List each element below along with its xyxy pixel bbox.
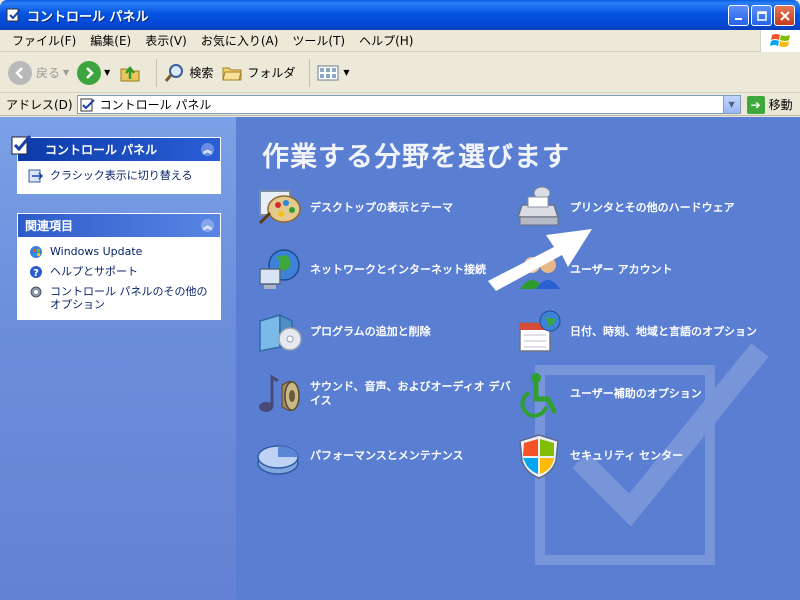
gear-icon (28, 285, 44, 299)
minimize-button[interactable] (728, 5, 749, 26)
panel-title: 関連項目 (25, 219, 74, 233)
category-performance-maintenance[interactable]: パフォーマンスとメンテナンス (254, 431, 464, 481)
views-icon (317, 65, 339, 80)
switch-classic-view-link[interactable]: クラシック表示に切り替える (28, 169, 210, 183)
collapse-chevron-icon[interactable]: ︽ (201, 143, 214, 156)
control-panel-icon (11, 135, 32, 155)
toolbar: 戻る ▼ ▼ 検索 フォルダ ▼ (0, 53, 800, 93)
search-button[interactable]: 検索 (163, 62, 213, 84)
folders-button[interactable]: フォルダ (221, 62, 295, 84)
desktop-theme-icon (258, 190, 301, 225)
back-arrow-icon (8, 60, 32, 85)
address-dropdown-icon[interactable]: ▼ (722, 96, 740, 113)
address-bar: アドレス(D) コントロール パネル ▼ ➔ 移動 (0, 94, 800, 116)
forward-arrow-icon (77, 60, 102, 85)
windows-logo-icon (760, 30, 800, 52)
back-dropdown-icon[interactable]: ▼ (63, 68, 69, 77)
category-appearance-themes[interactable]: デスクトップの表示とテーマ (254, 183, 453, 233)
control-panel-icon (80, 98, 95, 111)
close-button[interactable] (774, 5, 795, 26)
performance-icon (257, 445, 299, 475)
panel-title: コントロール パネル (45, 143, 158, 157)
other-options-label: コントロール パネルのその他のオプション (50, 285, 208, 311)
panel-body: クラシック表示に切り替える (18, 161, 220, 193)
category-label: デスクトップの表示とテーマ (310, 201, 453, 214)
switch-classic-view-label: クラシック表示に切り替える (50, 169, 193, 182)
menu-help[interactable]: ヘルプ(H) (353, 30, 419, 51)
svg-text:?: ? (33, 268, 39, 279)
folders-label: フォルダ (247, 66, 296, 80)
address-label: アドレス(D) (6, 98, 73, 112)
windows-update-icon (28, 245, 44, 259)
views-dropdown-icon[interactable]: ▼ (343, 68, 349, 77)
category-network-internet[interactable]: ネットワークとインターネット接続 (254, 245, 486, 295)
maximize-button[interactable] (751, 5, 772, 26)
windows-update-link[interactable]: Windows Update (28, 245, 210, 259)
date-time-icon (519, 310, 561, 352)
windows-update-label: Windows Update (50, 245, 143, 258)
back-label: 戻る (36, 66, 61, 80)
control-panel-icon (6, 7, 22, 23)
category-security-center[interactable]: セキュリティ センター (514, 431, 683, 481)
go-arrow-icon: ➔ (746, 95, 765, 114)
category-label: パフォーマンスとメンテナンス (310, 449, 464, 462)
category-add-remove-programs[interactable]: プログラムの追加と削除 (254, 307, 431, 357)
search-label: 検索 (189, 66, 214, 80)
security-center-icon (519, 434, 559, 479)
up-folder-icon (120, 65, 140, 81)
category-label: サウンド、音声、およびオーディオ デバイス (310, 380, 511, 407)
category-date-time-region[interactable]: 日付、時刻、地域と言語のオプション (514, 307, 757, 357)
toolbar-separator (156, 58, 158, 87)
window-title: コントロール パネル (27, 9, 149, 25)
page-title: 作業する分野を選びます (262, 142, 570, 173)
up-folder-button[interactable] (118, 61, 142, 85)
menu-bar: ファイル(F) 編集(E) 表示(V) お気に入り(A) ツール(T) ヘルプ(… (0, 30, 800, 52)
network-icon (259, 249, 300, 289)
search-icon (165, 63, 184, 82)
see-also-section: 関連項目 ︽ Windows Update ? ヘルプとサポート コントロール (17, 213, 221, 320)
control-panel-section: コントロール パネル ︽ クラシック表示に切り替える (11, 135, 221, 194)
menu-tools[interactable]: ツール(T) (286, 30, 351, 51)
forward-button[interactable]: ▼ (77, 60, 110, 85)
sound-icon (259, 374, 300, 412)
help-icon: ? (28, 265, 44, 279)
menu-favorites[interactable]: お気に入り(A) (195, 30, 285, 51)
category-sound-audio[interactable]: サウンド、音声、およびオーディオ デバイス (254, 369, 520, 419)
views-button[interactable]: ▼ (316, 63, 350, 83)
help-support-label: ヘルプとサポート (50, 265, 138, 278)
add-remove-programs-icon (259, 313, 302, 352)
see-also-section-header[interactable]: 関連項目 ︽ (18, 214, 220, 237)
other-options-link[interactable]: コントロール パネルのその他のオプション (28, 285, 210, 311)
category-label: 日付、時刻、地域と言語のオプション (570, 325, 757, 338)
task-pane: コントロール パネル ︽ クラシック表示に切り替える 関連項目 ︽ Window… (0, 117, 236, 600)
menu-edit[interactable]: 編集(E) (84, 30, 137, 51)
forward-dropdown-icon[interactable]: ▼ (104, 68, 110, 77)
back-button[interactable]: 戻る ▼ (8, 60, 69, 85)
panel-body: Windows Update ? ヘルプとサポート コントロール パネルのその他… (18, 237, 220, 319)
category-label: ネットワークとインターネット接続 (310, 263, 486, 276)
collapse-chevron-icon[interactable]: ︽ (201, 219, 214, 232)
menu-view[interactable]: 表示(V) (139, 30, 193, 51)
category-view: 作業する分野を選びます デスクトップの表示とテーマ ネットワークとインターネット… (236, 117, 800, 600)
accessibility-icon (520, 373, 557, 418)
help-support-link[interactable]: ? ヘルプとサポート (28, 265, 210, 279)
category-label: セキュリティ センター (570, 449, 684, 462)
folders-icon (222, 67, 242, 80)
title-bar: コントロール パネル (0, 0, 800, 30)
toolbar-separator (309, 58, 311, 87)
address-field[interactable]: コントロール パネル ▼ (76, 95, 741, 114)
address-value: コントロール パネル (99, 98, 212, 112)
pointer-arrow-icon (488, 229, 592, 291)
category-accessibility[interactable]: ユーザー補助のオプション (514, 369, 702, 419)
category-label: ユーザー補助のオプション (570, 387, 702, 400)
category-label: プリンタとその他のハードウェア (570, 201, 735, 214)
classic-view-icon (28, 169, 44, 183)
menu-file[interactable]: ファイル(F) (6, 30, 82, 51)
control-panel-section-header[interactable]: コントロール パネル ︽ (11, 135, 220, 161)
category-label: プログラムの追加と削除 (310, 325, 431, 338)
go-button[interactable]: ➔ 移動 (746, 95, 793, 114)
go-label: 移動 (768, 98, 793, 112)
